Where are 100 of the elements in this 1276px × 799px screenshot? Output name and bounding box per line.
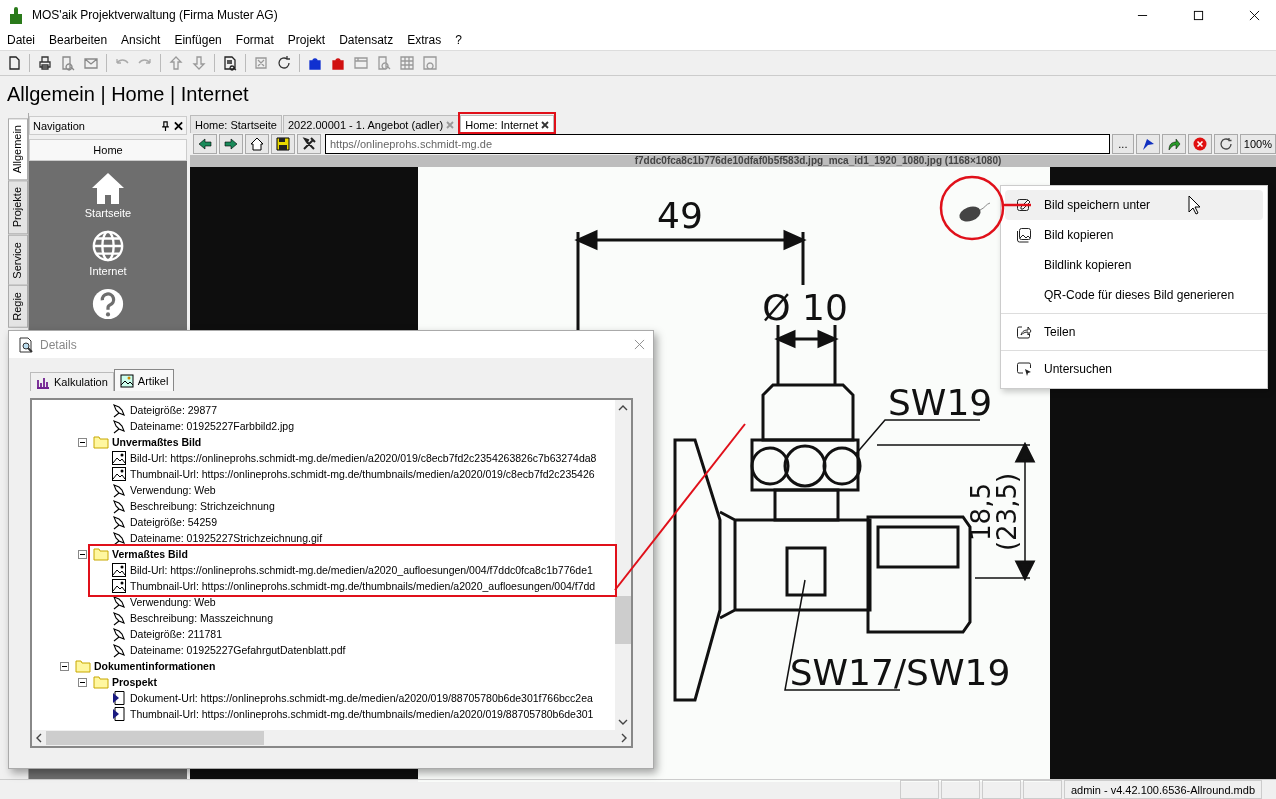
tree-item[interactable]: Thumbnail-Url: https://onlineprohs.schmidt-mg.de/thumbnails/medien/a2020/019/c8ecb7fd2c235426 — [130, 468, 595, 480]
close-icon[interactable] — [541, 120, 550, 129]
menu-item[interactable]: Ansicht — [121, 33, 161, 47]
tree-item[interactable]: Dateigröße: 29877 — [130, 404, 217, 416]
zoom-button[interactable]: 100% — [1239, 134, 1276, 154]
menu-item[interactable]: Datensatz — [339, 33, 394, 47]
close-icon[interactable] — [1249, 9, 1260, 21]
menu-item[interactable]: ? — [455, 33, 462, 47]
mail-icon[interactable] — [83, 55, 99, 71]
pin-icon — [111, 594, 127, 610]
expander-icon[interactable] — [78, 437, 87, 447]
dimension-label: SW17/SW19 — [789, 652, 1011, 693]
section-button[interactable]: Home — [29, 139, 187, 161]
printer-icon[interactable] — [37, 55, 53, 71]
menu-item[interactable]: Bearbeiten — [49, 33, 108, 47]
more-button[interactable]: ... — [1111, 134, 1134, 154]
tree-item[interactable]: Dateiname: 01925227Farbbild2.jpg — [130, 420, 295, 432]
picture-icon — [111, 578, 127, 594]
tree-item[interactable]: Dateigröße: 54259 — [130, 516, 217, 528]
chevron-left-icon[interactable] — [36, 733, 42, 743]
pin-icon — [111, 530, 127, 546]
url-field[interactable]: https//onlineprohs.schmidt-mg.de — [325, 134, 1110, 154]
inspect-icon — [1016, 361, 1032, 377]
menu-item[interactable]: QR-Code für dieses Bild generieren — [1005, 280, 1263, 310]
scrollbar-thumb[interactable] — [615, 596, 631, 644]
pin-icon — [111, 514, 127, 530]
new-document-icon[interactable] — [6, 55, 22, 71]
tree-item[interactable]: Dokument-Url: https://onlineprohs.schmidt-mg.de/medien/a2020/019/88705780b6de301f766bcc2ea — [130, 692, 593, 704]
tree-item[interactable]: Dateigröße: 211781 — [130, 628, 223, 640]
menu-item[interactable]: Bildlink kopieren — [1005, 250, 1263, 280]
forward-button[interactable] — [1161, 134, 1186, 154]
document-tab[interactable]: Home: Startseite — [190, 115, 282, 133]
side-tab[interactable]: Service — [8, 234, 28, 286]
refresh-icon[interactable] — [276, 55, 292, 71]
navigation-item[interactable]: Startseite — [84, 207, 132, 219]
tree-item[interactable]: Dateiname: 01925227Strichzeichnung.gif — [130, 532, 323, 544]
forward-button[interactable] — [219, 134, 243, 154]
menu-item[interactable]: Bild kopieren — [1005, 220, 1263, 250]
document-icon — [111, 690, 127, 706]
tree-item[interactable]: Bild-Url: https://onlineprohs.schmidt-mg.de/medien/a2020/019/c8ecb7fd2c2354263826c7b63274da8 — [130, 452, 597, 464]
home-icon[interactable] — [90, 171, 126, 205]
print-preview-icon[interactable] — [60, 55, 76, 71]
back-button[interactable] — [193, 134, 217, 154]
tools-button[interactable] — [297, 134, 321, 154]
side-tab[interactable]: Regie — [8, 285, 28, 329]
tab[interactable]: Kalkulation — [30, 372, 114, 391]
puzzle-icon[interactable] — [330, 55, 346, 71]
save-button[interactable] — [271, 134, 295, 154]
menu-item[interactable]: Projekt — [287, 33, 326, 47]
document-tab[interactable]: Home: Internet — [460, 115, 555, 133]
tree-item[interactable]: Beschreibung: Masszeichnung — [130, 612, 273, 624]
reload-button[interactable] — [1213, 134, 1238, 154]
menu-item[interactable]: Format — [235, 33, 274, 47]
share-icon — [1016, 324, 1032, 340]
menu-item[interactable]: Untersuchen — [1005, 354, 1263, 384]
tab[interactable]: Artikel — [113, 369, 175, 391]
arrow-right-icon — [224, 137, 238, 151]
scrollbar-thumb[interactable] — [46, 731, 264, 745]
menu-item[interactable]: Einfügen — [174, 33, 222, 47]
document-tab[interactable]: 2022.00001 - 1. Angebot (adler) — [282, 115, 460, 133]
menu-item[interactable]: Extras — [407, 33, 442, 47]
window-title: MOS'aik Projektverwaltung (Firma Muster AG) — [32, 8, 278, 22]
expander-icon[interactable] — [78, 549, 87, 559]
home-button[interactable] — [245, 134, 269, 154]
puzzle-icon[interactable] — [307, 55, 323, 71]
chevron-down-icon[interactable] — [618, 719, 628, 725]
tree-item[interactable]: Thumbnail-Url: https://onlineprohs.schmidt-mg.de/thumbnails/medien/a2020/019/88705780b6de301 — [130, 708, 594, 720]
close-icon[interactable] — [174, 120, 183, 131]
navigation-item[interactable]: Internet — [89, 265, 127, 277]
horizontal-scrollbar[interactable] — [32, 730, 631, 746]
globe-icon[interactable] — [90, 229, 126, 263]
stop-button[interactable] — [1187, 134, 1212, 154]
pin-icon[interactable] — [161, 120, 170, 131]
images-icon — [1016, 227, 1032, 243]
pin-icon — [111, 482, 127, 498]
tree-item[interactable]: Verwendung: Web — [130, 596, 216, 608]
folder-icon — [93, 546, 109, 562]
menu-item[interactable]: Datei — [7, 33, 35, 47]
tree-item[interactable]: Verwendung: Web — [130, 484, 216, 496]
tree-item[interactable]: Thumbnail-Url: https://onlineprohs.schmidt-mg.de/thumbnails/medien/a2020_aufloesungen/004/f7dd — [130, 580, 596, 592]
side-tab[interactable]: Allgemein — [8, 118, 28, 181]
tree-item[interactable]: Prospekt — [112, 676, 157, 688]
menu-item[interactable]: Bild speichern unter — [1005, 190, 1263, 220]
menu-item[interactable]: Teilen — [1005, 317, 1263, 347]
tree-item[interactable]: Unvermaßtes Bild — [112, 436, 202, 448]
tree-item[interactable]: Dokumentinformationen — [94, 660, 216, 672]
tree-item[interactable]: Dateiname: 01925227GefahrgutDatenblatt.pdf — [130, 644, 346, 656]
help-icon[interactable] — [90, 287, 126, 321]
details-icon[interactable] — [222, 55, 238, 71]
maximize-icon[interactable] — [1193, 9, 1204, 21]
vertical-scrollbar[interactable] — [615, 400, 631, 730]
tree-item[interactable]: Bild-Url: https://onlineprohs.schmidt-mg.de/medien/a2020_aufloesungen/004/f7ddc0fca8c1b776de1 — [130, 564, 593, 576]
side-tab[interactable]: Projekte — [8, 180, 28, 235]
expander-icon[interactable] — [78, 677, 87, 687]
chevron-up-icon[interactable] — [618, 405, 628, 411]
tree-item[interactable]: Vermaßtes Bild — [112, 548, 188, 560]
bookmark-button[interactable] — [1135, 134, 1160, 154]
chevron-right-icon[interactable] — [621, 733, 627, 743]
expander-icon[interactable] — [60, 661, 69, 671]
tree-item[interactable]: Beschreibung: Strichzeichnung — [130, 500, 275, 512]
